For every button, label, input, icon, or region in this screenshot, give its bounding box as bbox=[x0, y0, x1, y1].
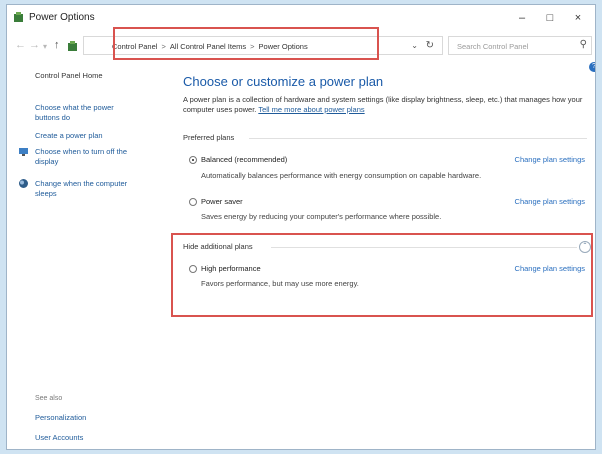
search-icon[interactable]: ⚲ bbox=[580, 39, 587, 50]
plan-name-power-saver[interactable]: Power saver bbox=[201, 197, 243, 206]
plan-name-balanced[interactable]: Balanced (recommended) bbox=[201, 155, 287, 164]
intro-text: A power plan is a collection of hardware… bbox=[183, 95, 583, 115]
change-plan-settings-balanced[interactable]: Change plan settings bbox=[493, 155, 585, 164]
minimize-button[interactable]: – bbox=[511, 9, 533, 27]
display-icon bbox=[19, 148, 28, 156]
preferred-plans-label: Preferred plans bbox=[183, 133, 235, 142]
intro-description: A power plan is a collection of hardware… bbox=[183, 95, 583, 114]
up-arrow-icon[interactable]: ↑ bbox=[54, 39, 60, 51]
group-divider bbox=[249, 138, 587, 139]
see-also-label: See also bbox=[35, 395, 63, 402]
back-arrow-icon[interactable]: ← bbox=[15, 39, 26, 51]
plan-desc-balanced: Automatically balances performance with … bbox=[201, 171, 482, 180]
additional-plans-highlight bbox=[171, 233, 593, 317]
sidebar-item-power-buttons[interactable]: Choose what the power buttons do bbox=[35, 103, 140, 123]
plan-desc-power-saver: Saves energy by reducing your computer's… bbox=[201, 212, 442, 221]
control-panel-icon bbox=[68, 41, 77, 51]
radio-balanced[interactable] bbox=[189, 156, 197, 164]
forward-arrow-icon[interactable]: → bbox=[29, 39, 40, 51]
power-options-window: Power Options – □ × ← → ▾ ↑ Control Pane… bbox=[6, 4, 596, 450]
search-input[interactable]: Search Control Panel bbox=[457, 42, 528, 51]
learn-more-link[interactable]: Tell me more about power plans bbox=[258, 105, 364, 114]
address-dropdown-icon[interactable]: ⌄ bbox=[411, 41, 418, 50]
refresh-icon[interactable]: ↻ bbox=[426, 40, 434, 51]
sidebar-item-user-accounts[interactable]: User Accounts bbox=[35, 433, 83, 443]
window-title: Power Options bbox=[29, 12, 95, 23]
breadcrumb-highlight bbox=[113, 27, 379, 60]
change-plan-settings-power-saver[interactable]: Change plan settings bbox=[493, 197, 585, 206]
sidebar: Control Panel Home Choose what the power… bbox=[7, 65, 167, 445]
search-box[interactable]: Search Control Panel ⚲ bbox=[448, 36, 592, 55]
radio-power-saver[interactable] bbox=[189, 198, 197, 206]
close-button[interactable]: × bbox=[567, 9, 589, 27]
sidebar-control-panel-home[interactable]: Control Panel Home bbox=[35, 71, 103, 81]
page-title: Choose or customize a power plan bbox=[183, 74, 384, 89]
sidebar-item-sleep[interactable]: Change when the computer sleeps bbox=[35, 179, 150, 199]
sidebar-item-display-off[interactable]: Choose when to turn off the display bbox=[35, 147, 145, 167]
maximize-button[interactable]: □ bbox=[539, 9, 561, 27]
recent-locations-icon[interactable]: ▾ bbox=[43, 42, 47, 51]
sleep-icon bbox=[19, 179, 28, 188]
power-options-icon bbox=[14, 12, 23, 22]
sidebar-item-create-plan[interactable]: Create a power plan bbox=[35, 131, 103, 141]
sidebar-item-personalization[interactable]: Personalization bbox=[35, 413, 86, 423]
